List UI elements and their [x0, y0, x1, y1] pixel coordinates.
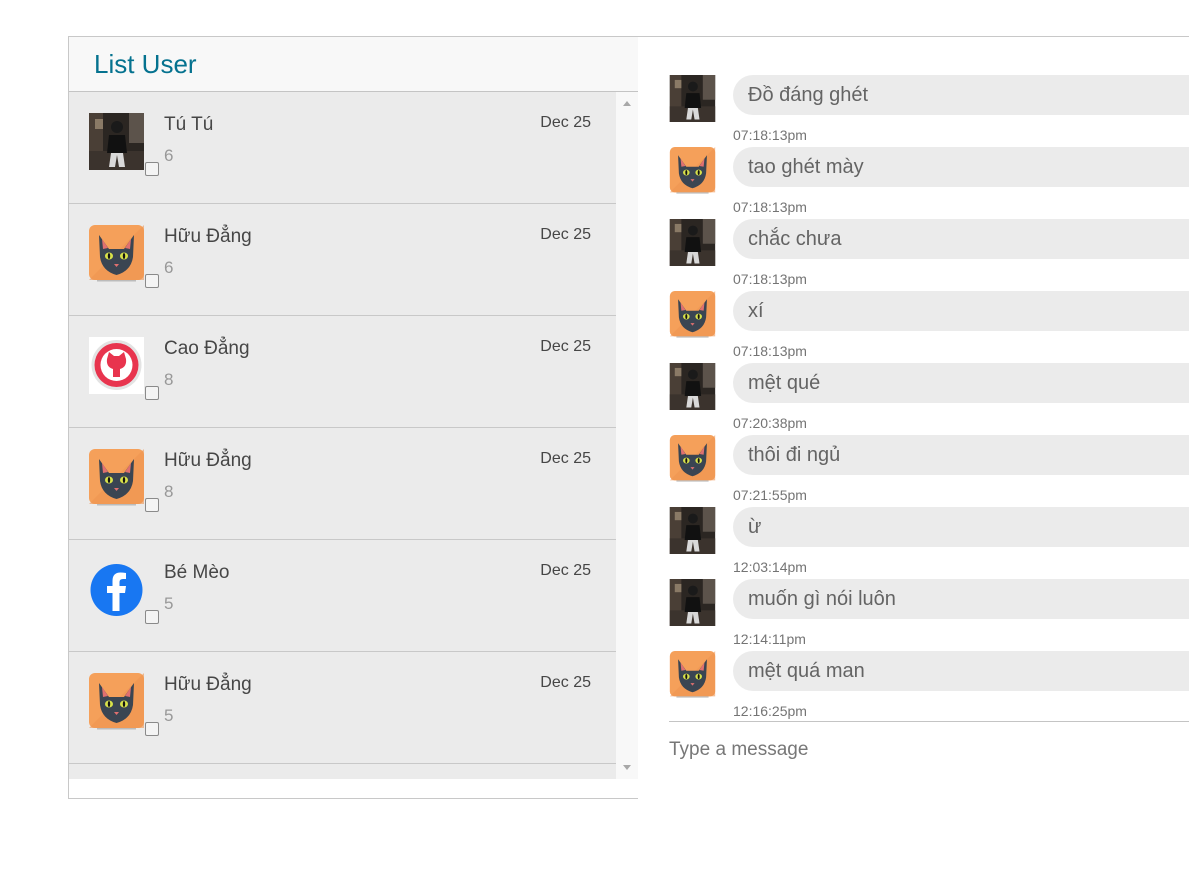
message-timestamp: 07:18:13pm	[733, 343, 807, 359]
user-message-count: 5	[164, 594, 174, 613]
photo-avatar	[89, 113, 144, 170]
scroll-down-arrow-icon[interactable]	[623, 765, 631, 770]
chat-message: ừ 12:03:14pm	[669, 505, 1189, 577]
chat-message: tao ghét mày 07:18:13pm	[669, 145, 1189, 217]
user-message-count: 8	[164, 370, 174, 389]
github-avatar	[89, 337, 144, 394]
user-message-count: 8	[164, 482, 174, 501]
user-list-item[interactable]: Hữu Đẳng Dec 25 5	[69, 652, 616, 764]
user-list-item[interactable]: Cao Đẳng Dec 25 8	[69, 316, 616, 428]
page-title: List User	[94, 49, 197, 79]
user-select-checkbox[interactable]	[145, 610, 159, 624]
cat-avatar	[89, 673, 144, 730]
message-bubble: tao ghét mày	[733, 147, 1189, 187]
cat-avatar	[89, 449, 144, 506]
message-bubble: ừ	[733, 507, 1189, 547]
sender-avatar	[669, 75, 716, 122]
sender-avatar	[669, 363, 716, 410]
message-text: Đồ đáng ghét	[748, 84, 869, 106]
user-list-item[interactable]: Hữu Đẳng Dec 25 6	[69, 204, 616, 316]
message-timestamp: 12:16:25pm	[733, 703, 807, 719]
message-bubble: mệt qué	[733, 363, 1189, 403]
chat-message: mệt qué 07:20:38pm	[669, 361, 1189, 433]
sender-avatar	[669, 291, 716, 338]
conversation-panel: Đồ đáng ghét 07:18:13pm tao ghét mày 07:18:…	[638, 37, 1189, 800]
user-date: Dec 25	[540, 226, 591, 243]
user-list-item[interactable]: Bé Mèo Dec 25 5	[69, 540, 616, 652]
message-composer	[669, 721, 1189, 779]
message-text: mệt quá man	[748, 660, 865, 682]
user-name: Bé Mèo	[164, 562, 230, 583]
message-bubble: mệt quá man	[733, 651, 1189, 691]
chat-message: muốn gì nói luôn 12:14:11pm	[669, 577, 1189, 649]
user-date: Dec 25	[540, 562, 591, 579]
message-timestamp: 07:18:13pm	[733, 127, 807, 143]
user-list-header: List User	[69, 37, 638, 92]
message-bubble: Đồ đáng ghét	[733, 75, 1189, 115]
message-text: xí	[748, 300, 764, 322]
sender-avatar	[669, 651, 716, 698]
user-select-checkbox[interactable]	[145, 162, 159, 176]
message-timestamp: 12:03:14pm	[733, 559, 807, 575]
user-date: Dec 25	[540, 338, 591, 355]
user-select-checkbox[interactable]	[145, 386, 159, 400]
facebook-avatar	[89, 561, 144, 618]
chat-message: thôi đi ngủ 07:21:55pm	[669, 433, 1189, 505]
message-bubble: thôi đi ngủ	[733, 435, 1189, 475]
message-bubble: chắc chưa	[733, 219, 1189, 259]
sender-avatar	[669, 579, 716, 626]
chat-app: List User Tú Tú Dec 25 6 Hữu Đẳng Dec 25 6 Cao…	[68, 36, 1189, 800]
user-list-scrollbar[interactable]	[618, 92, 637, 779]
message-text: ừ	[748, 516, 762, 538]
chat-message: xí 07:18:13pm	[669, 289, 1189, 361]
message-text: thôi đi ngủ	[748, 444, 841, 466]
scroll-up-arrow-icon[interactable]	[623, 101, 631, 106]
message-timestamp: 07:18:13pm	[733, 199, 807, 215]
message-text: tao ghét mày	[748, 156, 864, 178]
sender-avatar	[669, 147, 716, 194]
user-date: Dec 25	[540, 114, 591, 131]
sender-avatar	[669, 507, 716, 554]
user-name: Hữu Đẳng	[164, 450, 252, 471]
user-list[interactable]: Tú Tú Dec 25 6 Hữu Đẳng Dec 25 6 Cao Đẳng Dec 2…	[69, 92, 616, 779]
user-list-panel: List User Tú Tú Dec 25 6 Hữu Đẳng Dec 25 6 Cao…	[69, 37, 639, 779]
message-text: chắc chưa	[748, 228, 842, 250]
message-input[interactable]	[669, 732, 1169, 768]
user-name: Tú Tú	[164, 114, 214, 135]
message-timestamp: 07:20:38pm	[733, 415, 807, 431]
message-bubble: xí	[733, 291, 1189, 331]
message-text: muốn gì nói luôn	[748, 588, 896, 610]
message-history[interactable]: Đồ đáng ghét 07:18:13pm tao ghét mày 07:18:…	[669, 73, 1189, 721]
chat-message: chắc chưa 07:18:13pm	[669, 217, 1189, 289]
user-date: Dec 25	[540, 674, 591, 691]
user-list-item[interactable]: Hữu Đẳng Dec 25 8	[69, 428, 616, 540]
message-timestamp: 07:18:13pm	[733, 271, 807, 287]
sender-avatar	[669, 219, 716, 266]
cat-avatar	[89, 225, 144, 282]
user-list-item[interactable]: Tú Tú Dec 25 6	[69, 92, 616, 204]
user-select-checkbox[interactable]	[145, 722, 159, 736]
message-timestamp: 12:14:11pm	[733, 631, 806, 647]
user-date: Dec 25	[540, 450, 591, 467]
user-select-checkbox[interactable]	[145, 498, 159, 512]
user-select-checkbox[interactable]	[145, 274, 159, 288]
user-message-count: 6	[164, 146, 174, 165]
sender-avatar	[669, 435, 716, 482]
message-timestamp: 07:21:55pm	[733, 487, 807, 503]
chat-message: mệt quá man 12:16:25pm	[669, 649, 1189, 721]
message-bubble: muốn gì nói luôn	[733, 579, 1189, 619]
user-message-count: 5	[164, 706, 174, 725]
chat-message: Đồ đáng ghét 07:18:13pm	[669, 73, 1189, 145]
user-message-count: 6	[164, 258, 174, 277]
user-name: Hữu Đẳng	[164, 226, 252, 247]
user-name: Hữu Đẳng	[164, 674, 252, 695]
user-name: Cao Đẳng	[164, 338, 250, 359]
message-text: mệt qué	[748, 372, 821, 394]
